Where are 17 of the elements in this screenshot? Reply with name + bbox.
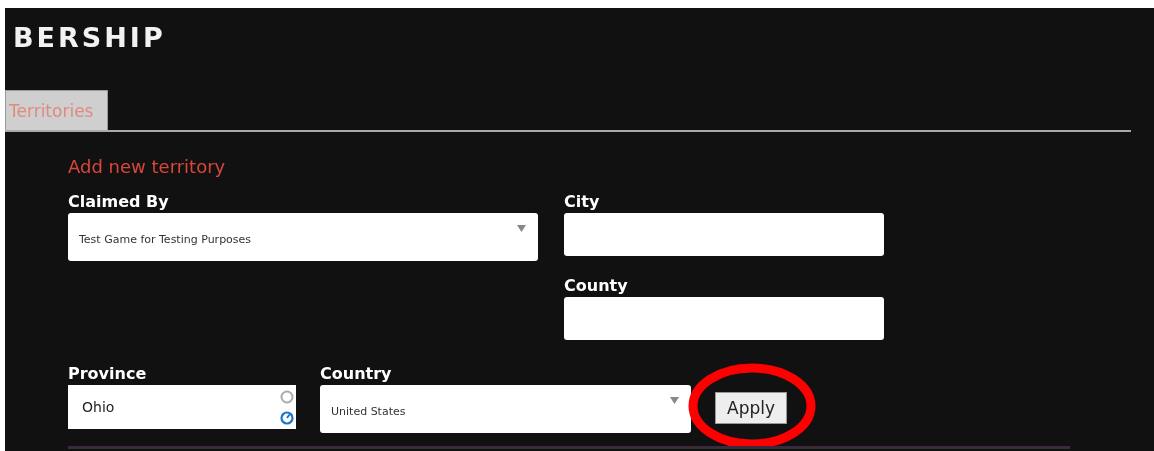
county-field[interactable] xyxy=(564,297,884,340)
gauge-icon xyxy=(280,410,294,425)
city-field[interactable] xyxy=(564,213,884,256)
country-select[interactable]: United States xyxy=(320,385,691,433)
apply-button[interactable]: Apply xyxy=(715,392,787,424)
province-field[interactable]: Ohio xyxy=(68,385,296,429)
caret-icon xyxy=(670,397,679,404)
form-heading: Add new territory xyxy=(68,156,227,179)
claimed-by-select[interactable]: Test Game for Testing Purposes xyxy=(68,213,538,261)
caret-icon xyxy=(517,225,526,232)
field-label: County xyxy=(564,276,628,296)
field-label: Province xyxy=(68,364,147,384)
page-title: BERSHIP xyxy=(12,21,167,55)
field-label: Country xyxy=(320,364,392,384)
field-label: City xyxy=(564,192,600,212)
circle-icon xyxy=(280,389,294,404)
field-label: Claimed By xyxy=(68,192,169,212)
